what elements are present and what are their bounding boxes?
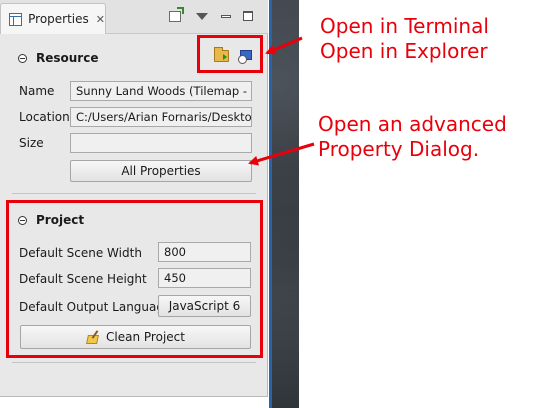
screenshot-stage: Properties ✕ Resource Name Sunny Land Wo… <box>0 0 556 408</box>
dialog-note-line1: Open an advanced <box>318 112 507 136</box>
dialog-arrow <box>248 142 315 166</box>
explorer-note: Open in Explorer <box>320 39 488 63</box>
terminal-note: Open in Terminal <box>320 14 489 38</box>
explorer-arrow <box>265 36 303 55</box>
dialog-note-line2: Property Dialog. <box>318 137 480 161</box>
